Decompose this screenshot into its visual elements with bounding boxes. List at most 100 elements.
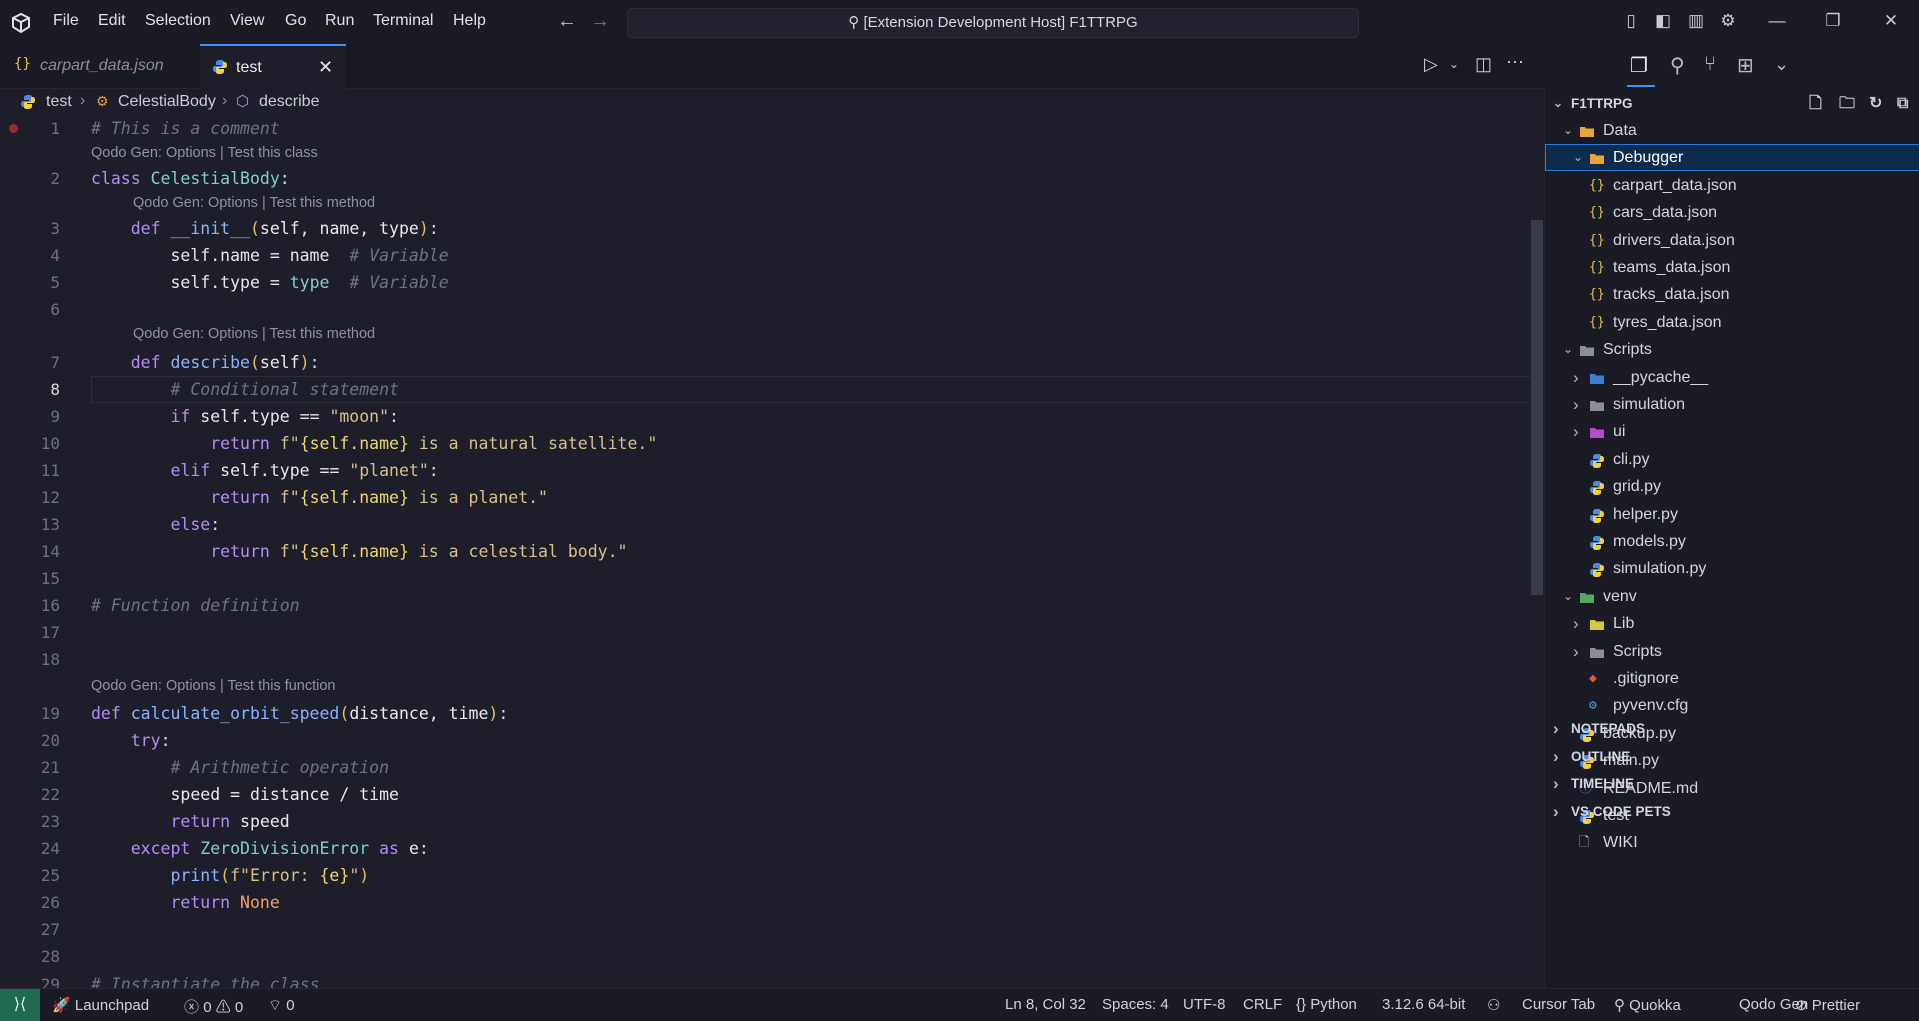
line-number: 13 — [40, 515, 60, 534]
end-of-line[interactable]: CRLF — [1243, 996, 1282, 1013]
toggle-primary-sidebar-icon[interactable]: ▯ — [1620, 10, 1642, 32]
encoding[interactable]: UTF-8 — [1183, 996, 1226, 1013]
tree-item-label: Debugger — [1613, 149, 1684, 167]
section-timeline[interactable]: › TIMELINE — [1545, 770, 1919, 797]
tree-item-carpart-data-json[interactable]: {} carpart_data.json — [1545, 172, 1919, 199]
close-tab-icon[interactable]: ✕ — [318, 57, 333, 78]
language-mode[interactable]: {} Python — [1296, 996, 1357, 1013]
new-file-icon[interactable]: 🗋 — [1809, 90, 1822, 117]
tree-item-cars-data-json[interactable]: {} cars_data.json — [1545, 199, 1919, 226]
breadcrumb-method[interactable]: describe — [259, 93, 319, 111]
collapse-all-icon[interactable]: ⧉ — [1897, 90, 1908, 117]
toggle-panel-icon[interactable]: ◧ — [1652, 10, 1674, 32]
menu-edit[interactable]: Edit — [98, 12, 126, 30]
settings-gear-icon[interactable]: ⚙ — [1717, 10, 1739, 32]
editor-scrollbar[interactable] — [1530, 115, 1544, 988]
quokka-item[interactable]: ⚲ Quokka — [1614, 996, 1681, 1014]
tree-item-helper-py[interactable]: helper.py — [1545, 501, 1919, 528]
breadcrumb-class[interactable]: CelestialBody — [118, 93, 216, 111]
tree-item-teams-data-json[interactable]: {} teams_data.json — [1545, 254, 1919, 281]
python-interpreter[interactable]: 3.12.6 64-bit — [1382, 996, 1465, 1013]
section-outline[interactable]: › OUTLINE — [1545, 743, 1919, 770]
prettier-item[interactable]: ⊘ Prettier — [1795, 996, 1860, 1014]
menu-go[interactable]: Go — [285, 12, 306, 30]
tree-item-simulation-py[interactable]: simulation.py — [1545, 555, 1919, 582]
quokka-icon: ⚲ — [1614, 997, 1625, 1014]
more-actions-icon[interactable]: ⋯ — [1506, 52, 1524, 73]
tab-test[interactable]: test ✕ — [200, 44, 346, 90]
explorer-root-header[interactable]: ⌄ F1TTRPG 🗋 🗀 ↻ ⧉ — [1545, 90, 1919, 117]
menu-run[interactable]: Run — [325, 12, 354, 30]
qodo-code-lens-function[interactable]: Qodo Gen: Options | Test this function — [91, 678, 336, 694]
python-file-icon — [213, 60, 227, 74]
launchpad-item[interactable]: 🚀 Launchpad — [52, 996, 149, 1014]
new-folder-icon[interactable]: 🗀 — [1839, 90, 1855, 117]
tree-item-pycache[interactable]: › __pycache__ — [1545, 364, 1919, 391]
code-line: 13 else: — [0, 511, 1530, 538]
code-text: # Instantiate the class — [91, 975, 320, 988]
tree-item-wiki[interactable]: 🗋 WIKI — [1545, 829, 1919, 856]
tree-item-scripts[interactable]: ⌄ Scripts — [1545, 336, 1919, 363]
breadcrumb-file[interactable]: test — [46, 93, 72, 111]
forward-arrow-icon[interactable]: → — [590, 10, 610, 33]
extensions-icon[interactable]: ⊞ — [1737, 53, 1754, 78]
tree-item-venv[interactable]: ⌄ venv — [1545, 583, 1919, 610]
scrollbar-thumb[interactable] — [1531, 220, 1543, 595]
qodo-code-lens-method[interactable]: Qodo Gen: Options | Test this method — [133, 326, 375, 342]
menu-terminal[interactable]: Terminal — [373, 12, 433, 30]
tree-item-grid-py[interactable]: grid.py — [1545, 473, 1919, 500]
toggle-secondary-sidebar-icon[interactable]: ▥ — [1685, 10, 1707, 32]
code-text: def describe(self): — [130, 353, 320, 372]
tree-item-drivers-data-json[interactable]: {} drivers_data.json — [1545, 227, 1919, 254]
code-editor[interactable]: 1 # This is a comment Qodo Gen: Options … — [0, 115, 1544, 988]
tree-item-debugger[interactable]: ⌄ Debugger — [1545, 144, 1919, 172]
code-line: 23 return speed — [0, 808, 1530, 835]
qodo-code-lens-method[interactable]: Qodo Gen: Options | Test this method — [133, 195, 375, 211]
chevron-down-icon[interactable]: ⌄ — [1774, 54, 1789, 75]
restore-icon[interactable]: ❐ — [1822, 10, 1844, 32]
line-number: 28 — [40, 947, 60, 966]
problems-item[interactable]: ⓧ 0 ⚠ 0 — [184, 996, 243, 1017]
code-text: elif self.type == "planet": — [170, 461, 439, 480]
command-center[interactable]: ⚲ [Extension Development Host] F1TTRPG — [627, 8, 1359, 38]
menu-view[interactable]: View — [230, 12, 264, 30]
minimize-icon[interactable]: — — [1766, 10, 1788, 32]
ports-item[interactable]: ⌔ 0 — [268, 996, 295, 1015]
section-notepads[interactable]: › NOTEPADS — [1545, 715, 1919, 742]
copilot-icon[interactable]: ⚇ — [1487, 996, 1500, 1014]
tree-item-data[interactable]: ⌄ Data — [1545, 117, 1919, 144]
cursor-tab-item[interactable]: Cursor Tab — [1522, 996, 1595, 1013]
menu-file[interactable]: File — [53, 12, 79, 30]
run-icon[interactable]: ▷ — [1424, 54, 1438, 75]
tree-item-label: grid.py — [1613, 478, 1662, 496]
tree-item-models-py[interactable]: models.py — [1545, 528, 1919, 555]
tree-item-cli-py[interactable]: cli.py — [1545, 446, 1919, 473]
explorer-icon[interactable]: ❐ — [1630, 53, 1648, 78]
tab-carpart-data[interactable]: {} carpart_data.json — [0, 44, 200, 88]
tree-item-scripts[interactable]: › Scripts — [1545, 638, 1919, 665]
tree-item-gitignore[interactable]: ◆ .gitignore — [1545, 665, 1919, 692]
run-dropdown-chevron-icon[interactable]: ⌄ — [1449, 57, 1459, 71]
back-arrow-icon[interactable]: ← — [557, 10, 577, 33]
split-editor-icon[interactable]: ◫ — [1475, 54, 1492, 75]
menu-selection[interactable]: Selection — [145, 12, 211, 30]
source-control-icon[interactable]: ⑂ — [1704, 53, 1716, 76]
python-file-icon — [1589, 506, 1606, 523]
tree-item-ui[interactable]: › ui — [1545, 418, 1919, 445]
cursor-position[interactable]: Ln 8, Col 32 — [1005, 996, 1086, 1013]
tree-item-simulation[interactable]: › simulation — [1545, 391, 1919, 418]
tree-item-lib[interactable]: › Lib — [1545, 610, 1919, 637]
tree-item-tyres-data-json[interactable]: {} tyres_data.json — [1545, 309, 1919, 336]
tree-item-tracks-data-json[interactable]: {} tracks_data.json — [1545, 281, 1919, 308]
menu-help[interactable]: Help — [453, 12, 486, 30]
python-file-icon — [1589, 560, 1606, 578]
indentation[interactable]: Spaces: 4 — [1102, 996, 1169, 1013]
remote-indicator-icon[interactable]: ⟩⟨ — [0, 989, 40, 1021]
search-icon[interactable]: ⚲ — [1670, 53, 1685, 78]
refresh-icon[interactable]: ↻ — [1869, 90, 1882, 117]
close-window-icon[interactable]: ✕ — [1880, 10, 1902, 32]
chevron-right-icon: › — [1573, 614, 1579, 634]
code-line: 16 # Function definition — [0, 592, 1530, 619]
qodo-code-lens-class[interactable]: Qodo Gen: Options | Test this class — [91, 145, 318, 161]
section-vs-code-pets[interactable]: › VS CODE PETS — [1545, 798, 1919, 825]
